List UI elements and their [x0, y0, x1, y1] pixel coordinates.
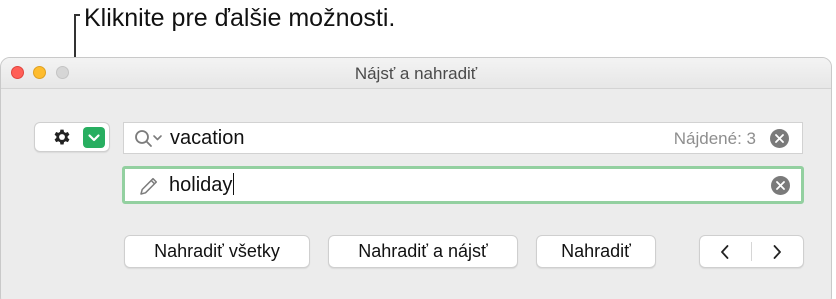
chevron-down-icon — [83, 127, 105, 148]
search-icon — [135, 130, 162, 147]
replace-field[interactable]: holiday — [122, 166, 804, 204]
chevron-right-icon — [773, 245, 781, 259]
gear-icon — [54, 129, 70, 145]
clear-find-icon[interactable] — [770, 129, 789, 148]
find-field[interactable]: vacation Nájdené: 3 — [123, 122, 803, 154]
callout-tick — [74, 14, 80, 16]
replace-all-button[interactable]: Nahradiť všetky — [124, 235, 310, 268]
titlebar: Nájsť a nahradiť — [1, 58, 831, 89]
options-menu-button[interactable] — [34, 122, 110, 152]
pencil-icon — [140, 177, 158, 195]
callout-text: Kliknite pre ďalšie možnosti. — [84, 4, 396, 32]
chevron-left-icon — [721, 245, 729, 259]
window-title: Nájsť a nahradiť — [354, 64, 478, 83]
found-count: Nájdené: 3 — [673, 129, 756, 148]
navigation-buttons — [699, 235, 804, 268]
next-match-button[interactable] — [752, 236, 803, 267]
previous-match-button[interactable] — [700, 236, 751, 267]
text-caret — [233, 173, 235, 195]
clear-replace-icon[interactable] — [771, 176, 790, 195]
find-replace-window: Nájsť a nahradiť vacation Nájdené: 3 hol… — [0, 57, 832, 299]
find-value: vacation — [170, 127, 245, 149]
page: Kliknite pre ďalšie možnosti. Nájsť a na… — [0, 0, 836, 299]
replace-and-find-button[interactable]: Nahradiť a nájsť — [328, 235, 518, 268]
replace-button[interactable]: Nahradiť — [536, 235, 656, 268]
replace-value: holiday — [169, 173, 235, 196]
